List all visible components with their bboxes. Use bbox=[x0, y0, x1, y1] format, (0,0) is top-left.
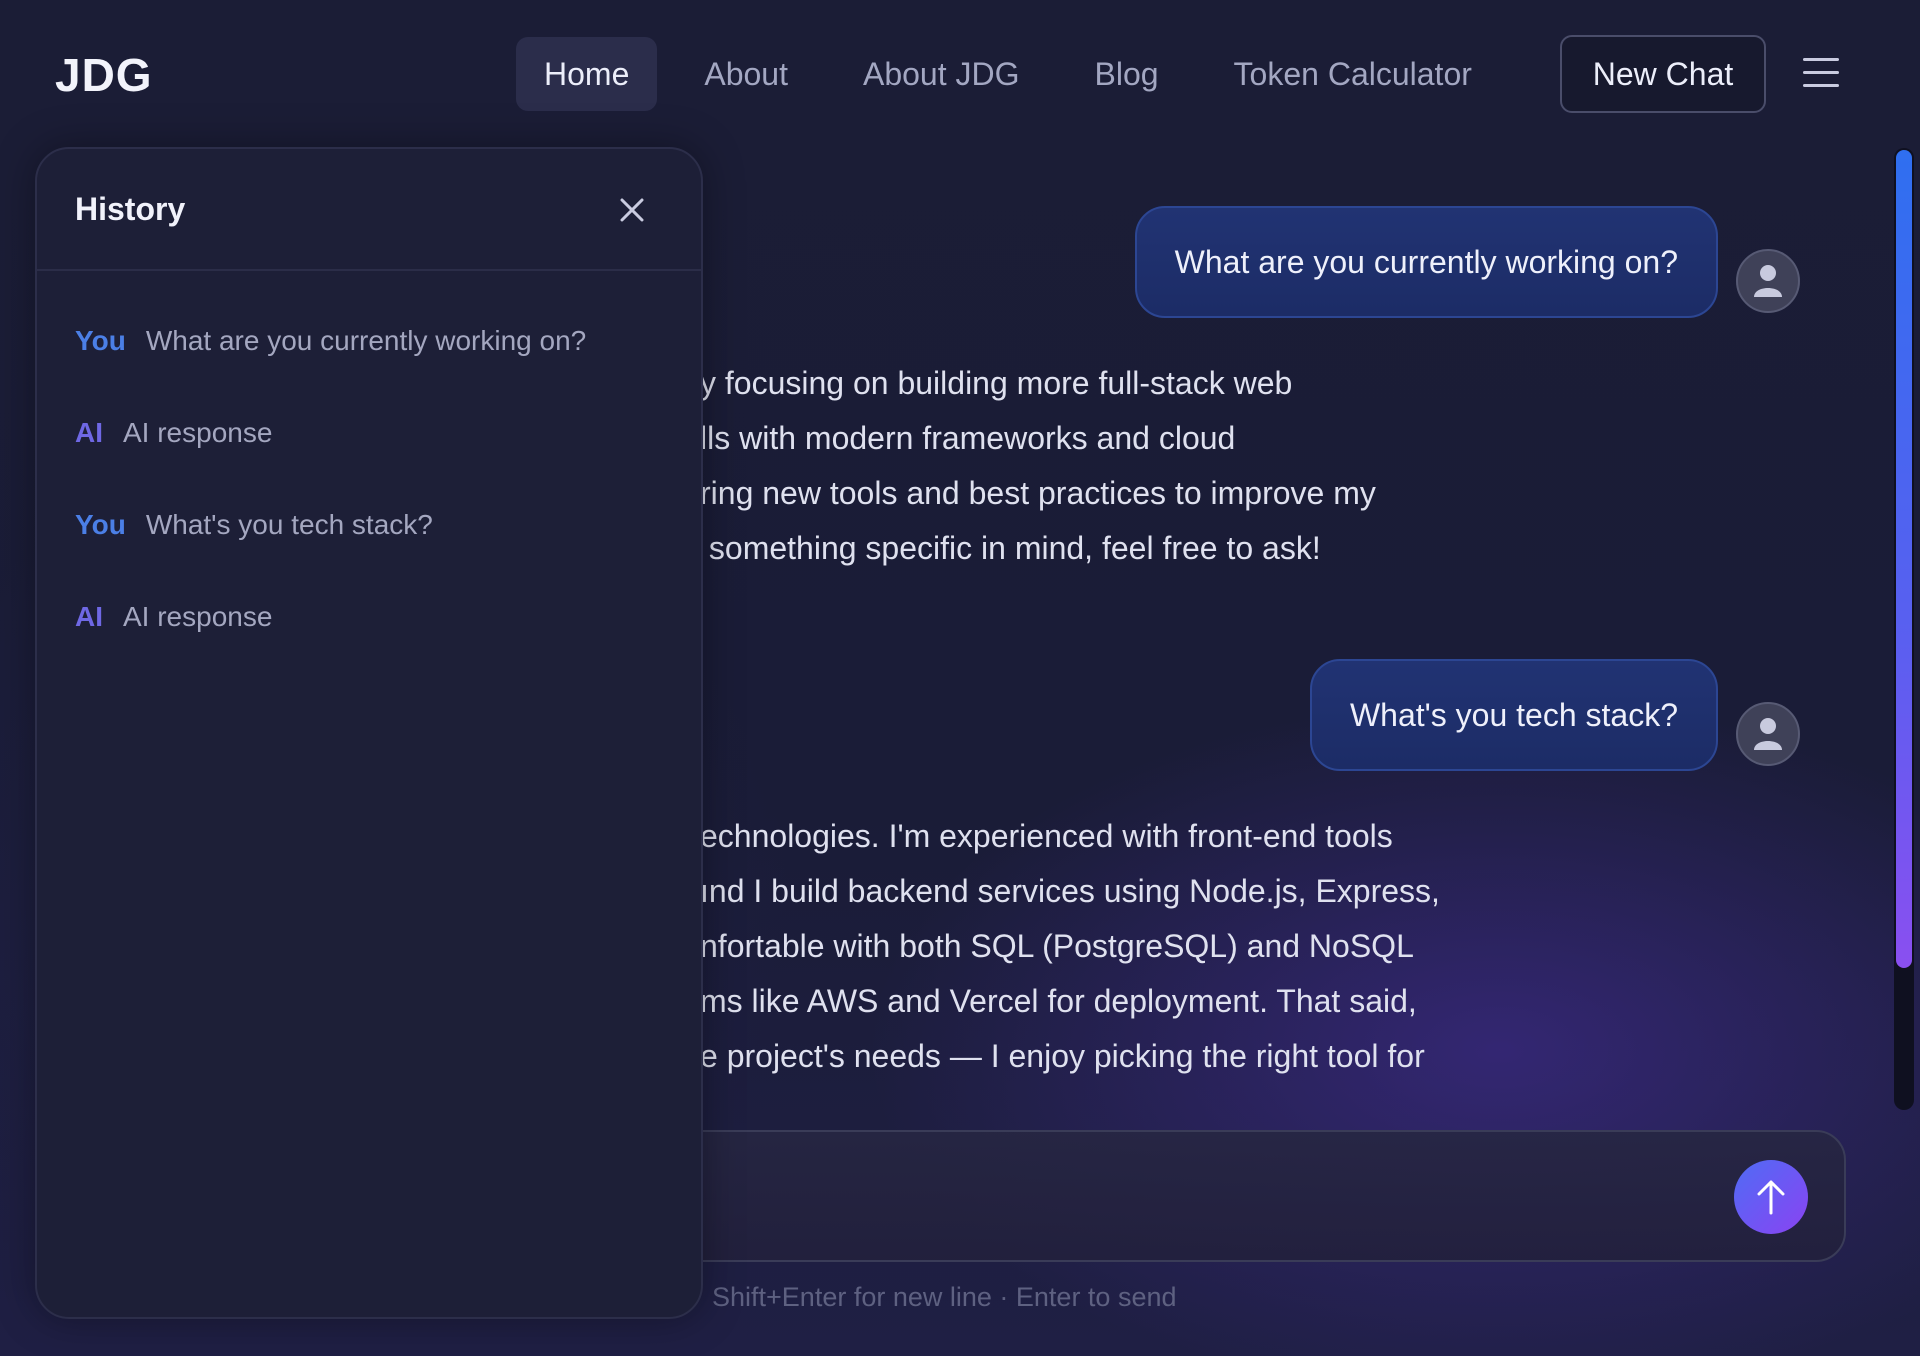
ai-message: y focusing on building more full-stack w… bbox=[700, 356, 1376, 576]
nav-about[interactable]: About bbox=[676, 37, 816, 111]
top-navbar: JDG Home About About JDG Blog Token Calc… bbox=[0, 0, 1920, 148]
history-item[interactable]: You What's you tech stack? bbox=[37, 475, 701, 567]
ai-message-line: ınd I build backend services using Node.… bbox=[700, 873, 1440, 909]
message-input[interactable] bbox=[612, 1162, 1692, 1232]
close-icon[interactable] bbox=[617, 195, 647, 225]
history-preview: AI response bbox=[123, 601, 273, 632]
new-chat-button[interactable]: New Chat bbox=[1560, 35, 1766, 113]
history-item[interactable]: AI AI response bbox=[37, 383, 701, 475]
ai-message-line: echnologies. I'm experienced with front-… bbox=[700, 818, 1393, 854]
nav-token-calculator[interactable]: Token Calculator bbox=[1206, 37, 1500, 111]
user-message: What's you tech stack? bbox=[1309, 659, 1800, 771]
history-role-label: AI bbox=[75, 601, 103, 632]
main-nav: Home About About JDG Blog Token Calculat… bbox=[516, 37, 1519, 111]
ai-message-line: nfortable with both SQL (PostgreSQL) and… bbox=[700, 928, 1414, 964]
ai-message-line: e project's needs — I enjoy picking the … bbox=[700, 1038, 1425, 1074]
ai-message: echnologies. I'm experienced with front-… bbox=[700, 809, 1440, 1084]
history-item[interactable]: You What are you currently working on? bbox=[37, 291, 701, 383]
nav-home[interactable]: Home bbox=[516, 37, 658, 111]
ai-message-line: ring new tools and best practices to imp… bbox=[700, 475, 1376, 511]
nav-about-jdg[interactable]: About JDG bbox=[835, 37, 1048, 111]
user-message: What are you currently working on? bbox=[1134, 206, 1800, 318]
history-role-label: AI bbox=[75, 417, 103, 448]
send-button[interactable] bbox=[1734, 1160, 1808, 1234]
message-composer bbox=[580, 1130, 1846, 1262]
history-preview: AI response bbox=[123, 417, 273, 448]
site-logo[interactable]: JDG bbox=[55, 48, 153, 102]
ai-message-line: y focusing on building more full-stack w… bbox=[700, 365, 1293, 401]
ai-message-line: something specific in mind, feel free to… bbox=[700, 530, 1321, 566]
history-header: History bbox=[37, 149, 701, 271]
arrow-up-icon bbox=[1757, 1180, 1785, 1215]
history-list: You What are you currently working on? A… bbox=[37, 271, 701, 659]
ai-message-line: lls with modern frameworks and cloud bbox=[700, 420, 1236, 456]
user-avatar-icon bbox=[1736, 249, 1800, 313]
ai-message-line: ms like AWS and Vercel for deployment. T… bbox=[700, 983, 1417, 1019]
history-item[interactable]: AI AI response bbox=[37, 567, 701, 659]
history-role-label: You bbox=[75, 509, 126, 540]
user-message-bubble: What are you currently working on? bbox=[1134, 206, 1718, 318]
user-message-bubble: What's you tech stack? bbox=[1309, 659, 1718, 771]
hamburger-menu-icon[interactable] bbox=[1803, 58, 1839, 88]
user-avatar-icon bbox=[1736, 702, 1800, 766]
history-preview: What's you tech stack? bbox=[145, 509, 433, 540]
history-panel: History You What are you currently worki… bbox=[35, 147, 703, 1319]
history-preview: What are you currently working on? bbox=[145, 325, 587, 356]
chat-scrollbar-thumb[interactable] bbox=[1896, 150, 1912, 968]
history-title: History bbox=[75, 191, 186, 227]
nav-blog[interactable]: Blog bbox=[1067, 37, 1187, 111]
history-role-label: You bbox=[75, 325, 126, 356]
composer-hint: Shift+Enter for new line · Enter to send bbox=[712, 1282, 1177, 1312]
